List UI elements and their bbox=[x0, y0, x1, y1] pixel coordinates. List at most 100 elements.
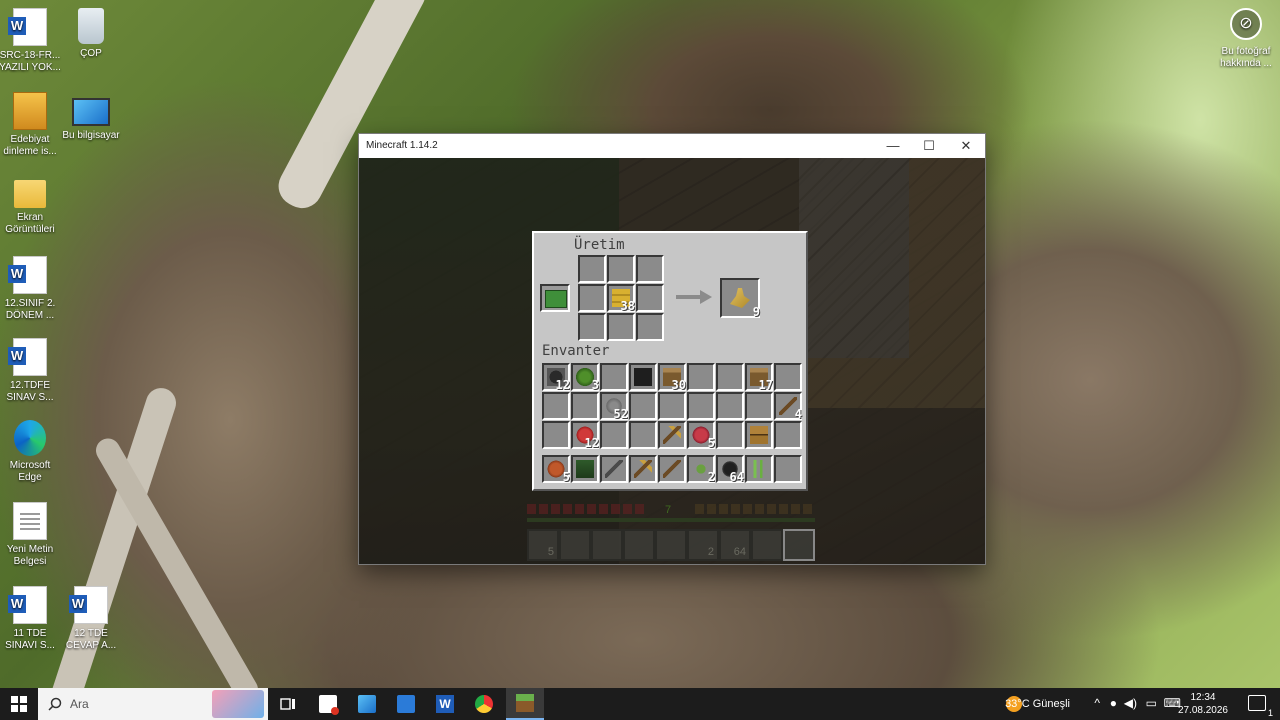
inventory-slot[interactable]: 5 bbox=[687, 421, 715, 450]
clock[interactable]: 12:34 27.08.2026 bbox=[1178, 691, 1228, 717]
inventory-slot[interactable]: 12 bbox=[542, 363, 570, 392]
chrome-icon[interactable] bbox=[475, 695, 493, 713]
notification-icon[interactable]: 1 bbox=[1248, 695, 1273, 718]
desktop-icon-label: Yeni Metin Belgesi bbox=[6, 544, 54, 567]
inventory-slot[interactable] bbox=[716, 363, 744, 391]
window-titlebar[interactable]: Minecraft 1.14.2 — ☐ ✕ bbox=[359, 134, 985, 158]
inventory-slot[interactable] bbox=[716, 392, 744, 420]
pickaxe-icon bbox=[634, 460, 652, 478]
desktop-icon-word-doc[interactable]: 12 TDE CEVAP A... bbox=[53, 586, 129, 652]
inventory-slot[interactable] bbox=[716, 421, 744, 449]
recycle-bin-icon bbox=[78, 8, 104, 44]
health-bar bbox=[527, 504, 647, 514]
inventory-panel[interactable]: Üretim Envanter 9 38 12 3 30 17 52 4 12 5 5 2 64 bbox=[532, 231, 808, 491]
task-view-icon[interactable] bbox=[279, 695, 297, 713]
store-icon[interactable] bbox=[397, 695, 415, 713]
crafting-slot[interactable] bbox=[636, 313, 664, 341]
inventory-hotbar-slot[interactable]: 2 bbox=[687, 455, 715, 484]
crafting-slot[interactable]: 38 bbox=[607, 284, 635, 313]
desktop-icon-label: 12.SINIF 2. DÖNEM ... bbox=[4, 298, 56, 321]
inventory-hotbar-slot[interactable] bbox=[658, 455, 686, 483]
inventory-slot[interactable] bbox=[600, 363, 628, 391]
inventory-slot[interactable] bbox=[600, 421, 628, 449]
item-count: 12 bbox=[584, 436, 599, 450]
word-document-icon bbox=[8, 256, 47, 294]
network-icon[interactable]: ▭ bbox=[1146, 696, 1157, 710]
desktop-icon-this-pc[interactable]: Bu bilgisayar bbox=[53, 92, 129, 142]
crafting-slot[interactable] bbox=[578, 255, 606, 283]
crafting-result-slot[interactable]: 9 bbox=[720, 278, 760, 319]
microphone-icon[interactable]: ● bbox=[1110, 696, 1117, 710]
experience-level: 7 bbox=[665, 504, 672, 516]
word-document-icon bbox=[8, 8, 47, 46]
game-hotbar: 5 2 64 bbox=[527, 529, 815, 561]
word-icon[interactable]: W bbox=[436, 695, 454, 713]
edge-browser-icon bbox=[14, 420, 46, 456]
desktop-icon-edge[interactable]: Microsoft Edge bbox=[0, 420, 68, 484]
close-button[interactable]: ✕ bbox=[948, 134, 984, 158]
inventory-slot[interactable] bbox=[629, 392, 657, 420]
minecraft-taskbar-button[interactable] bbox=[506, 688, 544, 720]
inventory-slot[interactable]: 52 bbox=[600, 392, 628, 421]
inventory-slot[interactable] bbox=[745, 392, 773, 420]
inventory-hotbar-slot[interactable]: 5 bbox=[542, 455, 570, 484]
desktop-icon-text-doc[interactable]: Yeni Metin Belgesi bbox=[0, 502, 68, 568]
desktop-icon-folder[interactable]: Ekran Görüntüleri bbox=[0, 174, 68, 236]
about-this-photo[interactable]: ⊘ Bu fotoğraf hakkında ... bbox=[1216, 8, 1276, 70]
inventory-hotbar-slot[interactable] bbox=[774, 455, 802, 483]
crafting-slot[interactable] bbox=[607, 255, 635, 283]
inventory-slot[interactable] bbox=[629, 421, 657, 449]
inventory-slot[interactable] bbox=[542, 421, 570, 449]
inventory-slot[interactable]: 12 bbox=[571, 421, 599, 450]
inventory-slot[interactable] bbox=[571, 392, 599, 420]
crafting-slot[interactable] bbox=[578, 284, 606, 312]
inventory-slot[interactable] bbox=[774, 363, 802, 391]
acrobat-icon[interactable] bbox=[319, 695, 339, 715]
inventory-slot[interactable] bbox=[542, 392, 570, 420]
desktop-icon-recycle-bin[interactable]: ÇOP bbox=[53, 8, 129, 60]
hotbar-slot bbox=[751, 529, 783, 561]
start-button[interactable] bbox=[0, 688, 38, 720]
text-document-icon bbox=[13, 502, 47, 540]
inventory-slot[interactable]: 3 bbox=[571, 363, 599, 392]
minecraft-icon bbox=[516, 694, 534, 712]
item-count: 5 bbox=[707, 436, 715, 450]
desktop-icon-word-doc[interactable]: 12.TDFE SINAV S... bbox=[0, 338, 68, 404]
volume-icon[interactable]: ◀) bbox=[1124, 696, 1137, 710]
inventory-slot[interactable] bbox=[745, 421, 773, 449]
inventory-slot[interactable] bbox=[658, 392, 686, 420]
desktop-icon-label: Ekran Görüntüleri bbox=[5, 212, 55, 235]
photos-icon[interactable] bbox=[358, 695, 376, 713]
hotbar-slot bbox=[559, 529, 591, 561]
inventory-slot[interactable]: 30 bbox=[658, 363, 686, 392]
inventory-hotbar-slot[interactable] bbox=[745, 455, 773, 483]
crafting-slot[interactable] bbox=[636, 255, 664, 283]
inventory-slot[interactable] bbox=[687, 363, 715, 391]
chevron-up-icon[interactable]: ^ bbox=[1094, 696, 1100, 710]
minimize-button[interactable]: — bbox=[875, 134, 911, 158]
experience-bar bbox=[527, 518, 815, 522]
inventory-slot[interactable] bbox=[687, 392, 715, 420]
recipe-book-button[interactable] bbox=[540, 284, 570, 312]
inventory-hotbar-slot[interactable] bbox=[571, 455, 599, 483]
inventory-hotbar-slot[interactable]: 64 bbox=[716, 455, 744, 484]
clock-date: 27.08.2026 bbox=[1177, 705, 1228, 716]
inventory-slot[interactable] bbox=[629, 363, 657, 391]
inventory-slot[interactable] bbox=[658, 421, 686, 449]
taskbar-search[interactable]: Ara bbox=[38, 688, 268, 720]
desktop-icon-label: 12 TDE CEVAP A... bbox=[65, 628, 117, 651]
inventory-hotbar-slot[interactable] bbox=[629, 455, 657, 483]
word-document-icon bbox=[8, 338, 47, 376]
inventory-slot[interactable]: 17 bbox=[745, 363, 773, 392]
desktop-icon-word-doc[interactable]: 12.SINIF 2. DÖNEM ... bbox=[0, 256, 68, 322]
crafting-slot[interactable] bbox=[607, 313, 635, 341]
inventory-slot[interactable]: 4 bbox=[774, 392, 802, 421]
crafting-slot[interactable] bbox=[636, 284, 664, 312]
maximize-button[interactable]: ☐ bbox=[911, 134, 947, 158]
inventory-hotbar-slot[interactable] bbox=[600, 455, 628, 483]
weather-text[interactable]: 33°C Güneşli bbox=[1005, 698, 1070, 710]
inventory-slot[interactable] bbox=[774, 421, 802, 449]
item-count: 9 bbox=[752, 305, 760, 319]
crafting-slot[interactable] bbox=[578, 313, 606, 341]
about-photo-label: Bu fotoğraf hakkında ... bbox=[1220, 46, 1272, 69]
